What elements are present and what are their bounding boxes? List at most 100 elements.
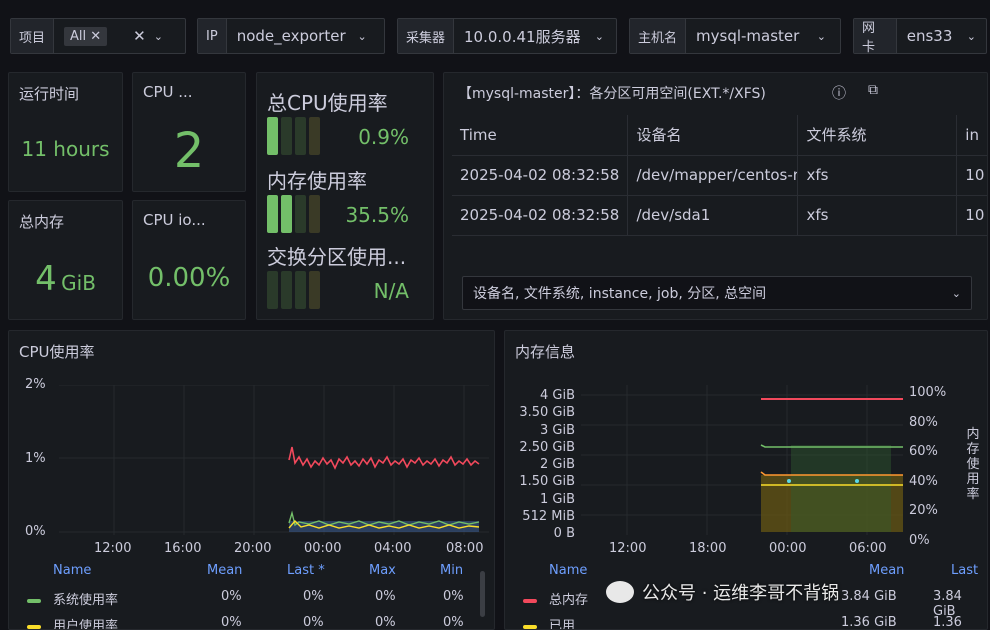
x-tick-label: 12:00	[609, 541, 647, 556]
chevron-down-icon[interactable]: ⌄	[154, 30, 163, 43]
legend-row[interactable]: 用户使用率 0% 0% 0% 0%	[27, 615, 477, 630]
x-tick-label: 00:00	[304, 541, 342, 556]
var-nic[interactable]: 网卡 ens33 ⌄	[853, 18, 987, 55]
var-collector-label: 采集器	[398, 19, 455, 53]
mem-y2-axis: 100% 80% 60% 40% 20% 0%	[909, 378, 946, 556]
y2-tick-label: 20%	[909, 503, 938, 519]
legend-header-name[interactable]: Name	[549, 563, 587, 578]
mem-y2-label: 内存使用率	[966, 427, 980, 502]
gauge-segment	[309, 195, 320, 233]
legend-name: 已用	[549, 619, 576, 630]
var-project[interactable]: 项目 All ✕ ✕ ⌄	[10, 18, 186, 54]
legend-header-min[interactable]: Min	[440, 563, 463, 578]
x-tick-label: 12:00	[94, 541, 132, 556]
table-cell: /dev/mapper/centos-root	[627, 155, 798, 196]
cpu-chart-title: CPU使用率	[19, 343, 95, 361]
legend-row[interactable]: 系统使用率 0% 0% 0% 0%	[27, 589, 477, 608]
legend-mean: 0%	[221, 589, 242, 604]
column-select-value: 设备名, 文件系统, instance, job, 分区, 总空间	[473, 286, 767, 302]
mem-total-value-wrap: 4 GiB	[9, 259, 122, 299]
y-tick-label: 2%	[25, 377, 46, 392]
gauge-segment	[267, 117, 278, 155]
legend-header-max[interactable]: Max	[369, 563, 396, 578]
y-tick-label: 3.50 GiB	[519, 405, 575, 421]
legend-header-last[interactable]: Last	[951, 563, 978, 578]
chevron-down-icon: ⌄	[966, 29, 976, 43]
legend-last: 1.36 GiB	[933, 615, 962, 630]
mem-total-unit: GiB	[61, 271, 96, 295]
series-point	[787, 479, 791, 483]
table-header-row: Time 设备名 文件系统 in	[452, 115, 987, 156]
legend-max: 0%	[375, 589, 396, 604]
var-hostname[interactable]: 主机名 mysql-master ⌄	[629, 18, 841, 54]
legend-header-last[interactable]: Last *	[287, 563, 325, 578]
y-tick-label: 1 GiB	[539, 491, 575, 507]
column-select[interactable]: 设备名, 文件系统, instance, job, 分区, 总空间 ⌄	[462, 276, 972, 310]
uptime-value: 11 hours	[21, 137, 110, 161]
x-tick-label: 08:00	[446, 541, 484, 556]
legend-name: 总内存	[549, 593, 589, 608]
var-project-chip[interactable]: All ✕	[64, 26, 108, 46]
cpu-iowait-value: 0.00%	[147, 263, 231, 293]
series-point	[855, 479, 859, 483]
legend-row[interactable]: 已用 1.36 GiB 1.36 GiB	[523, 615, 973, 630]
cpu-cores-panel: CPU ... 2	[132, 72, 246, 192]
legend-header-mean[interactable]: Mean	[207, 563, 242, 578]
fs-table-panel: 【mysql-master】：各分区可用空间(EXT.*/XFS) ⓘ ⧉ Ti…	[443, 72, 988, 320]
mem-total-value: 4	[35, 259, 57, 299]
watermark-text: 公众号 · 运维李哥不背锅	[642, 583, 840, 604]
gauge-label-swap: 交换分区使用...	[267, 245, 407, 269]
legend-scrollbar[interactable]	[480, 571, 485, 617]
legend-mean: 0%	[221, 615, 242, 630]
column-header[interactable]: 文件系统	[797, 115, 957, 156]
legend-header-mean[interactable]: Mean	[869, 563, 904, 578]
column-header[interactable]: 设备名	[627, 115, 798, 156]
table-cell: xfs	[797, 155, 957, 196]
y-tick-label: 0%	[25, 524, 46, 539]
x-tick-label: 18:00	[689, 541, 727, 556]
y-tick-label: 4 GiB	[539, 388, 575, 403]
chevron-down-icon: ⌄	[951, 286, 961, 300]
gauge-segment	[281, 195, 292, 233]
legend-mean: 1.36 GiB	[841, 615, 897, 630]
table-cell: 10	[956, 195, 987, 236]
x-tick-label: 00:00	[769, 541, 807, 556]
y-tick-label: 1.50 GiB	[519, 474, 575, 490]
legend-last: 0%	[303, 615, 324, 630]
var-nic-label: 网卡	[854, 19, 897, 55]
x-tick-label: 06:00	[849, 541, 887, 556]
external-link-icon[interactable]: ⧉	[868, 82, 878, 98]
gauge-value-swap: N/A	[373, 279, 409, 303]
var-hostname-label: 主机名	[630, 19, 687, 53]
gauge-segment	[295, 195, 306, 233]
legend-swatch	[27, 624, 41, 629]
legend-swatch	[523, 598, 537, 603]
clear-icon[interactable]: ✕	[133, 27, 146, 45]
gauge-segment	[309, 271, 320, 309]
legend-header-name[interactable]: Name	[53, 563, 91, 578]
var-nic-value: ens33	[906, 27, 953, 45]
chevron-down-icon: ⌄	[357, 29, 367, 43]
cpu-iowait-title: CPU io...	[143, 211, 206, 229]
y2-tick-label: 100%	[909, 385, 947, 400]
y2-tick-label: 0%	[909, 532, 930, 548]
var-ip-value: node_exporter	[236, 27, 346, 45]
y-tick-label: 0 B	[553, 526, 575, 542]
var-ip-label: IP	[198, 19, 227, 53]
var-ip[interactable]: IP node_exporter ⌄	[197, 18, 385, 54]
mem-chart-title: 内存信息	[515, 343, 576, 361]
x-tick-label: 16:00	[164, 541, 202, 556]
legend-mean: 3.84 GiB	[841, 589, 897, 604]
y2-tick-label: 80%	[909, 414, 938, 430]
mem-total-title: 总内存	[19, 213, 65, 231]
var-collector[interactable]: 采集器 10.0.0.41服务器 ⌄	[397, 18, 617, 54]
legend-last: 0%	[303, 589, 324, 604]
table-row: 2025-04-02 08:32:58 /dev/mapper/centos-r…	[452, 155, 987, 196]
info-icon[interactable]: ⓘ	[832, 83, 846, 103]
cpu-chart-panel: CPU使用率 2% 1% 0% 12:00 16:00 20:00 00:00 …	[8, 330, 495, 630]
watermark: 公众号 · 运维李哥不背锅	[606, 576, 839, 608]
column-header[interactable]: Time	[452, 115, 628, 156]
cpu-chart-plot	[59, 385, 489, 535]
column-header[interactable]: in	[956, 115, 987, 156]
mem-chart-plot	[581, 385, 903, 535]
